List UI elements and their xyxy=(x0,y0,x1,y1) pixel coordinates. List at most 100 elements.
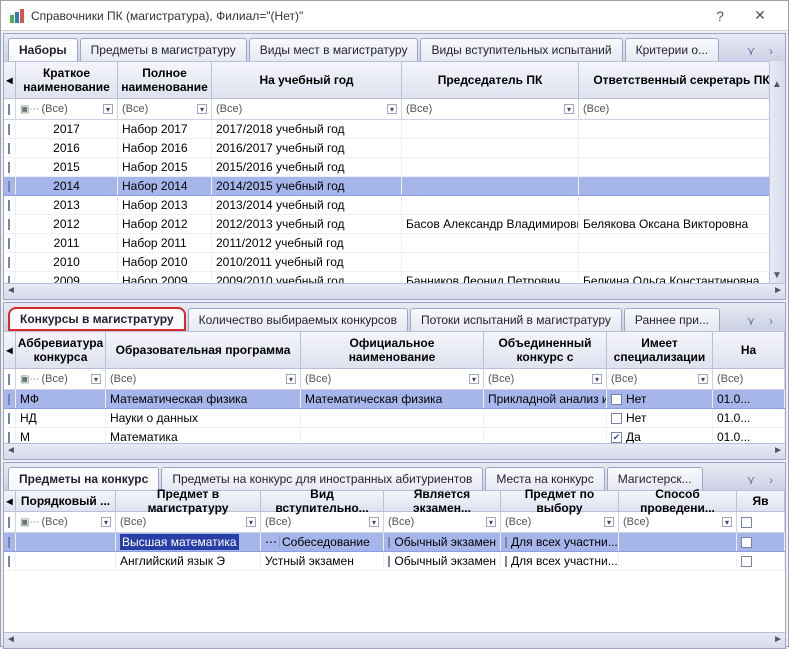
horizontal-scrollbar[interactable] xyxy=(4,632,785,648)
table-row[interactable]: Высшая математика⋯СобеседованиеОбычный э… xyxy=(4,533,785,552)
tab-sets[interactable]: Наборы xyxy=(8,38,78,61)
table-row[interactable]: 2013Набор 20132013/2014 учебный год xyxy=(4,196,785,215)
table-row[interactable]: 2014Набор 20142014/2015 учебный год xyxy=(4,177,785,196)
cell-subject[interactable]: Английский язык Э xyxy=(116,552,261,570)
col-elective[interactable]: Предмет по выбору xyxy=(501,491,619,511)
close-button[interactable]: ✕ xyxy=(740,7,780,24)
yav-checkbox[interactable] xyxy=(741,537,752,548)
col-method[interactable]: Способ проведени... xyxy=(619,491,737,511)
dropdown-icon[interactable]: ▾ xyxy=(564,104,574,114)
col-ordinal[interactable]: Порядковый ... xyxy=(16,491,116,511)
yav-checkbox[interactable] xyxy=(741,556,752,567)
cell-kind[interactable]: ⋯Собеседование xyxy=(261,533,384,551)
col-indicator[interactable]: ◂ xyxy=(4,332,16,368)
choice-checkbox[interactable] xyxy=(505,556,507,567)
chevron-right-icon[interactable]: › xyxy=(763,472,779,488)
table-row[interactable]: 2011Набор 20112011/2012 учебный год xyxy=(4,234,785,253)
dropdown-icon[interactable]: ▾ xyxy=(604,517,614,527)
row-checkbox[interactable] xyxy=(8,257,10,268)
col-edu-program[interactable]: Образовательная программа xyxy=(106,332,301,368)
row-checkbox[interactable] xyxy=(8,219,10,230)
row-checkbox[interactable] xyxy=(8,181,10,192)
row-checkbox[interactable] xyxy=(8,432,10,443)
row-checkbox[interactable] xyxy=(8,537,10,548)
table-row[interactable]: 2015Набор 20152015/2016 учебный год xyxy=(4,158,785,177)
filter-check-icon[interactable] xyxy=(8,517,10,528)
col-yav[interactable]: Яв xyxy=(737,491,785,511)
col-official-name[interactable]: Официальное наименование xyxy=(301,332,484,368)
tab-contests-mag[interactable]: Конкурсы в магистратуру xyxy=(8,307,186,331)
row-checkbox[interactable] xyxy=(8,556,10,567)
cell-secretary xyxy=(579,196,785,214)
spec-checkbox[interactable] xyxy=(611,394,622,405)
col-full-name[interactable]: Полное наименование xyxy=(118,62,212,98)
chevron-down-icon[interactable]: ⋎ xyxy=(743,313,759,329)
row-checkbox[interactable] xyxy=(8,143,10,154)
dropdown-icon[interactable]: ▾ xyxy=(197,104,207,114)
col-has-spec[interactable]: Имеет специализации xyxy=(607,332,713,368)
cell-kind[interactable]: Устный экзамен xyxy=(261,552,384,570)
col-secretary[interactable]: Ответственный секретарь ПК xyxy=(579,62,785,98)
dropdown-icon[interactable]: ▾ xyxy=(91,374,101,384)
exam-checkbox[interactable] xyxy=(388,556,390,567)
spec-checkbox[interactable] xyxy=(611,432,622,443)
table-row[interactable]: Английский язык ЭУстный экзаменОбычный э… xyxy=(4,552,785,571)
table-row[interactable]: 2012Набор 20122012/2013 учебный годБасов… xyxy=(4,215,785,234)
col-na[interactable]: На xyxy=(713,332,785,368)
tab-contest-count[interactable]: Количество выбираемых конкурсов xyxy=(188,308,408,331)
col-contest-abbr[interactable]: Аббревиатура конкурса xyxy=(16,332,106,368)
horizontal-scrollbar[interactable] xyxy=(4,443,785,459)
chevron-down-icon[interactable]: ⋎ xyxy=(743,472,759,488)
choice-checkbox[interactable] xyxy=(505,537,507,548)
table-row[interactable]: НДНауки о данныхНет01.0... xyxy=(4,409,785,428)
col-indicator[interactable]: ◂ xyxy=(4,491,16,511)
col-academic-year[interactable]: На учебный год xyxy=(212,62,402,98)
cell-subject[interactable]: Высшая математика xyxy=(116,533,261,551)
spec-checkbox[interactable] xyxy=(611,413,622,424)
row-checkbox[interactable] xyxy=(8,394,10,405)
tab-place-types[interactable]: Виды мест в магистратуру xyxy=(249,38,419,61)
horizontal-scrollbar[interactable] xyxy=(4,283,785,299)
col-short-name[interactable]: Краткое наименование xyxy=(16,62,118,98)
dropdown-icon[interactable]: ▾ xyxy=(486,517,496,527)
dropdown-icon[interactable]: ▾ xyxy=(101,517,111,527)
table-row[interactable]: МФМатематическая физикаМатематическая фи… xyxy=(4,390,785,409)
dropdown-icon[interactable]: ▾ xyxy=(469,374,479,384)
dropdown-icon[interactable]: ▾ xyxy=(722,517,732,527)
vertical-scrollbar[interactable] xyxy=(769,61,785,283)
tab-early[interactable]: Раннее при... xyxy=(624,308,720,331)
dropdown-icon[interactable]: ▾ xyxy=(387,104,397,114)
tab-exam-threads[interactable]: Потоки испытаний в магистратуру xyxy=(410,308,622,331)
row-checkbox[interactable] xyxy=(8,162,10,173)
col-chairman[interactable]: Председатель ПК xyxy=(402,62,579,98)
tab-subjects-mag[interactable]: Предметы в магистратуру xyxy=(80,38,247,61)
col-subject-mag[interactable]: Предмет в магистратуру xyxy=(116,491,261,511)
col-is-exam[interactable]: Является экзамен... xyxy=(384,491,501,511)
dropdown-icon[interactable]: ▾ xyxy=(698,374,708,384)
dropdown-icon[interactable]: ▾ xyxy=(286,374,296,384)
dropdown-icon[interactable]: ▾ xyxy=(369,517,379,527)
filter-check-icon[interactable] xyxy=(8,374,10,385)
row-checkbox[interactable] xyxy=(8,124,10,135)
dropdown-icon[interactable]: ▾ xyxy=(103,104,113,114)
chevron-right-icon[interactable]: › xyxy=(763,313,779,329)
col-exam-kind[interactable]: Вид вступительно... xyxy=(261,491,384,511)
row-checkbox[interactable] xyxy=(8,413,10,424)
table-row[interactable]: 2017Набор 20172017/2018 учебный год xyxy=(4,120,785,139)
row-checkbox[interactable] xyxy=(8,200,10,211)
filter-check-icon[interactable] xyxy=(741,517,752,528)
dropdown-icon[interactable]: ▾ xyxy=(592,374,602,384)
dropdown-icon[interactable]: ▾ xyxy=(246,517,256,527)
help-button[interactable]: ? xyxy=(700,8,740,24)
row-checkbox[interactable] xyxy=(8,238,10,249)
col-indicator[interactable]: ◂ xyxy=(4,62,16,98)
chevron-right-icon[interactable]: › xyxy=(763,43,779,59)
tab-criteria[interactable]: Критерии о... xyxy=(625,38,720,61)
table-row[interactable]: 2010Набор 20102010/2011 учебный год xyxy=(4,253,785,272)
table-row[interactable]: 2016Набор 20162016/2017 учебный год xyxy=(4,139,785,158)
chevron-down-icon[interactable]: ⋎ xyxy=(743,43,759,59)
col-union-contest[interactable]: Объединенный конкурс с xyxy=(484,332,607,368)
tab-entrance-exam-types[interactable]: Виды вступительных испытаний xyxy=(420,38,622,61)
filter-check-icon[interactable] xyxy=(8,104,10,115)
exam-checkbox[interactable] xyxy=(388,537,390,548)
